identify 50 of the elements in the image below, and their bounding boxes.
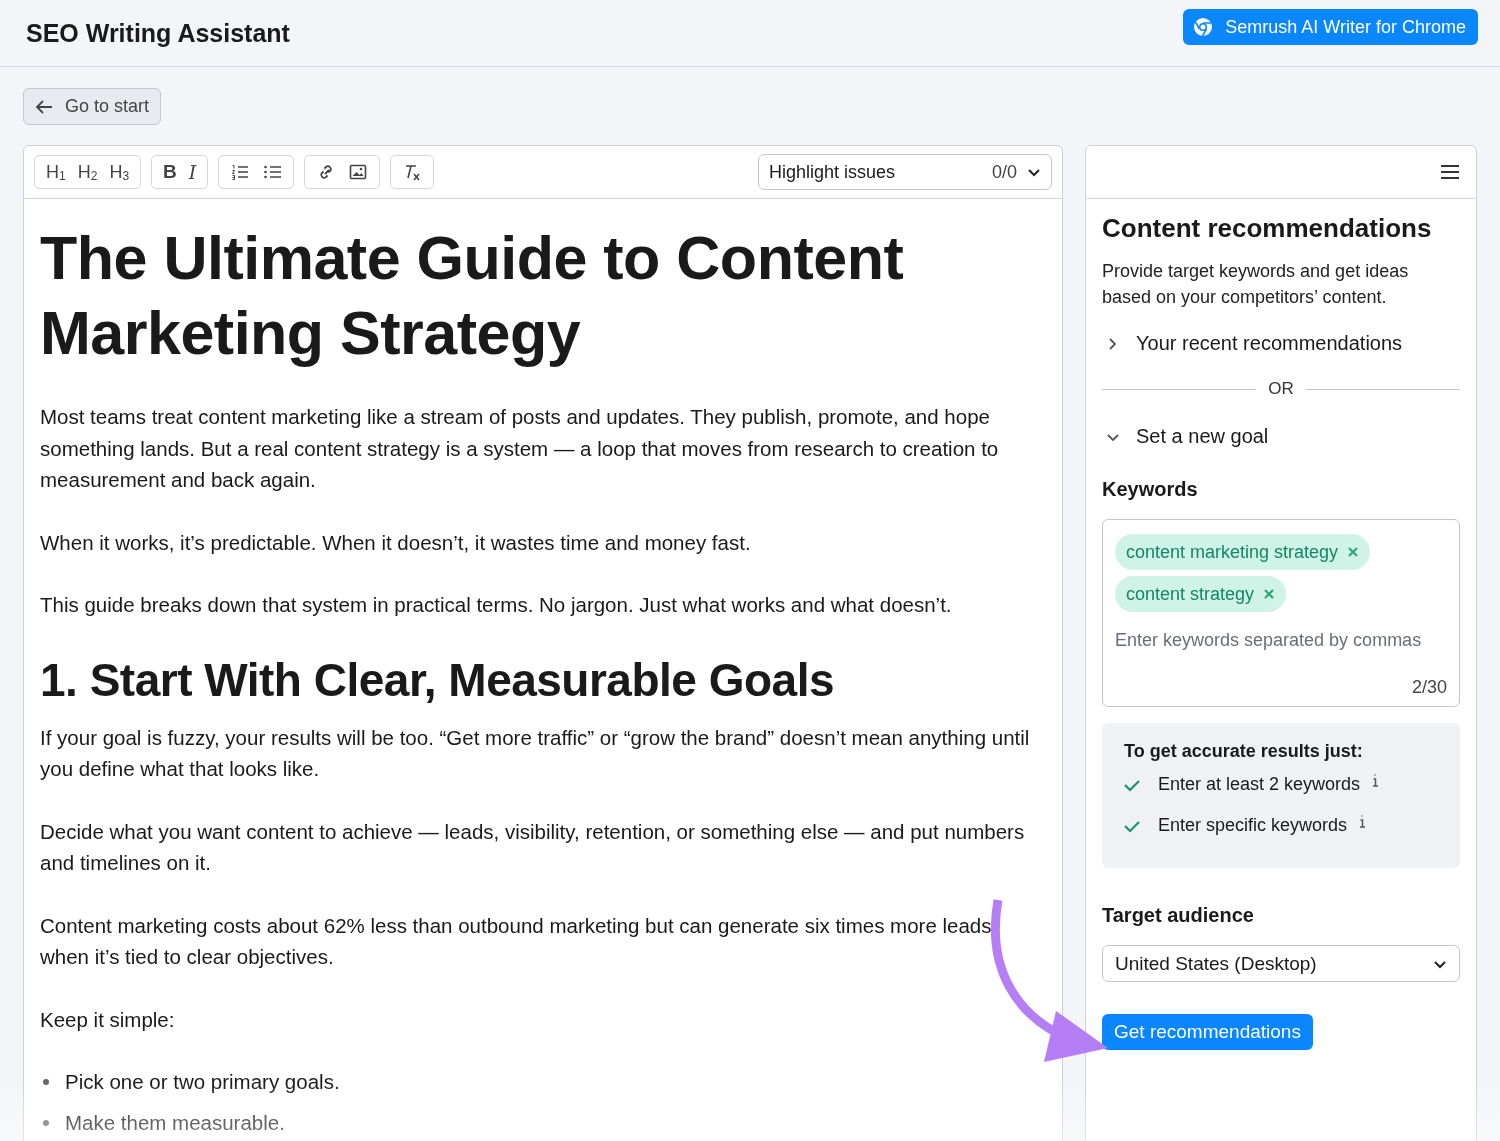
document-title: The Ultimate Guide to Content Marketing Strategy (40, 223, 905, 369)
paragraph: If your goal is fuzzy, your results will be too. “Get more traffic” or “grow the brand” doesn’t mean anything until you define what that looks like. (40, 724, 1031, 782)
heading-button[interactable]: H$_{3}$ (107, 161, 132, 183)
remove-icon[interactable] (1263, 588, 1276, 600)
paragraph: Keep it simple: (40, 1006, 176, 1033)
get-recommendations-button[interactable]: Get recommendations (1102, 1014, 1313, 1050)
section-heading: 1. Start With Clear, Measurable Goals (40, 652, 836, 708)
chrome-extension-button[interactable]: Semrush AI Writer for Chrome (1183, 9, 1478, 45)
remove-icon[interactable] (1347, 546, 1360, 558)
chrome-icon (1193, 17, 1214, 37)
back-button[interactable]: Go to start (23, 88, 162, 125)
app-title: SEO Writing Assistant (26, 18, 290, 48)
paragraph: Most teams treat content marketing like a stream of posts and updates. They publish, promote, and hope something lands. But a real content strategy is a system — a loop that moves from research to creation to measurement and back again. (40, 404, 1000, 493)
highlight-issues-dropdown[interactable]: Highlight issues 0/0 (758, 154, 1052, 190)
paragraph: Decide what you want content to achieve — leads, visibility, retention, or something else — and put numbers and timelines on it. (40, 818, 1026, 876)
panel-description: Provide target keywords and get ideas based on your competitors’ content. (1102, 260, 1410, 309)
audience-dropdown[interactable]: United States (Desktop) (1102, 945, 1460, 982)
image-icon[interactable] (349, 163, 368, 181)
collapsible-section[interactable]: Set a new goal (1102, 425, 1460, 448)
section-heading: Keywords (1102, 478, 1199, 501)
paragraph: When it works, it’s predictable. When it doesn’t, it wastes time and money fast. (40, 529, 752, 556)
bullet-dot (43, 1119, 49, 1126)
tips-title: To get accurate results just: (1124, 741, 1364, 762)
keyword-count: 2/30 (1411, 677, 1447, 698)
section-heading: Target audience (1102, 904, 1255, 927)
panel-title: Content recommendations (1102, 213, 1433, 244)
paragraph: Content marketing costs about 62% less than outbound marketing but can generate six times more leads when it’s tied to clear objectives. (40, 912, 993, 970)
keyword-tag: content strategy (1115, 576, 1287, 612)
menu-icon[interactable] (1440, 164, 1460, 180)
list-item: Make them measurable. (65, 1110, 285, 1136)
clear-formatting-icon[interactable] (403, 163, 422, 181)
numbered-list-icon[interactable] (231, 163, 250, 181)
paragraph: This guide breaks down that system in practical terms. No jargon. Just what works and what doesn’t. (40, 592, 953, 618)
info-icon[interactable] (1357, 814, 1367, 829)
chevron-down-icon (1027, 166, 1041, 178)
bullet-dot (43, 1078, 49, 1085)
heading-button[interactable]: H$_{1}$ (44, 161, 68, 183)
list-item: Pick one or two primary goals. (65, 1069, 340, 1095)
bold-button[interactable]: B (161, 161, 179, 183)
tip-text: Enter at least 2 keywords (1158, 774, 1361, 795)
keyword-tag: content marketing strategy (1115, 534, 1371, 570)
heading-button[interactable]: H$_{2}$ (75, 161, 100, 183)
keywords-field[interactable]: content marketing strategy content strategy Enter keywords separated by commas 2/30 (1102, 519, 1460, 707)
divider-label: OR (1268, 379, 1294, 399)
collapsible-section[interactable]: Your recent recommendations (1102, 332, 1460, 355)
back-arrow-icon (35, 98, 53, 115)
italic-button[interactable]: I (186, 161, 199, 183)
info-icon[interactable] (1370, 773, 1380, 788)
bullet-list-icon[interactable] (263, 163, 282, 181)
tip-text: Enter specific keywords (1158, 815, 1348, 836)
